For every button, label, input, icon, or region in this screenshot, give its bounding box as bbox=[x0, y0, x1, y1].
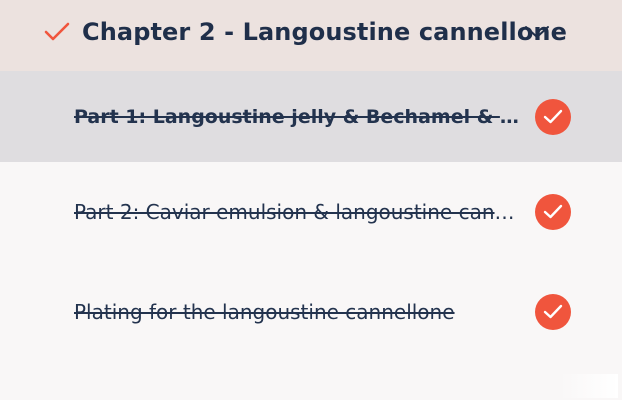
chevron-down-icon[interactable] bbox=[524, 24, 550, 40]
lesson-item-2[interactable]: Part 2: Caviar emulsion & langoustine ca… bbox=[0, 162, 622, 262]
panel-edge bbox=[622, 0, 640, 400]
lesson-item-3[interactable]: Plating for the langoustine cannellone bbox=[0, 262, 622, 362]
completed-check-icon bbox=[535, 194, 571, 230]
lesson-item-1[interactable]: Part 1: Langoustine jelly & Bechamel & S… bbox=[0, 71, 622, 162]
chapter-panel: Chapter 2 - Langoustine cannellone Part … bbox=[0, 0, 622, 400]
chapter-title: Chapter 2 - Langoustine cannellone bbox=[82, 18, 567, 46]
completed-check-icon bbox=[535, 98, 571, 135]
chapter-header[interactable]: Chapter 2 - Langoustine cannellone bbox=[0, 0, 622, 71]
check-icon bbox=[44, 22, 70, 41]
completed-check-icon bbox=[535, 294, 571, 330]
scroll-fade bbox=[560, 374, 618, 398]
lesson-title: Plating for the langoustine cannellone bbox=[74, 300, 455, 324]
lesson-title: Part 2: Caviar emulsion & langoustine ca… bbox=[74, 200, 522, 224]
lesson-title: Part 1: Langoustine jelly & Bechamel & S… bbox=[74, 105, 522, 128]
